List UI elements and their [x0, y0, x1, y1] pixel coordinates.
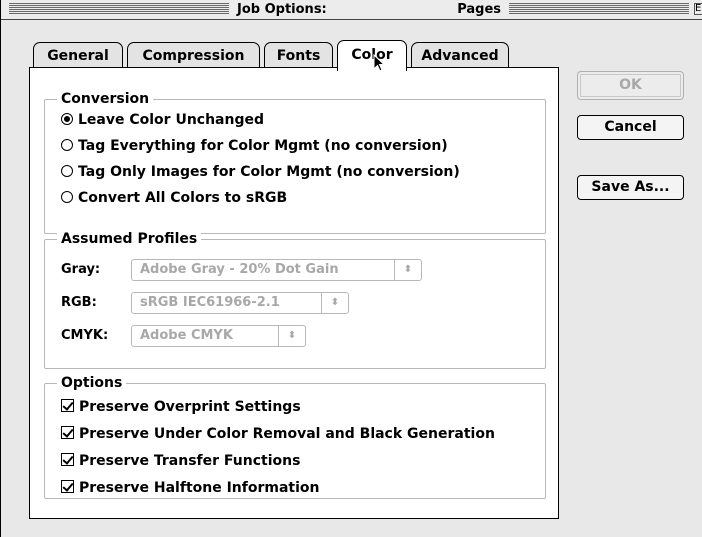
mouse-pointer-icon [373, 54, 386, 72]
checkbox[interactable] [61, 426, 74, 439]
conversion-group: Conversion Leave Color Unchanged Tag Eve… [44, 89, 546, 234]
checkbox[interactable] [61, 453, 74, 466]
assumed-profiles-group-title: Assumed Profiles [57, 229, 202, 249]
tab-color[interactable]: Color [337, 40, 407, 71]
options-group-title: Options [57, 373, 127, 393]
radio-leave-color-unchanged[interactable]: Leave Color Unchanged [61, 109, 264, 131]
job-options-window: Job Options: Pages E General Compression… [0, 0, 702, 537]
radio-label: Convert All Colors to sRGB [78, 190, 288, 206]
checkbox-label: Preserve Transfer Functions [79, 453, 301, 469]
checkbox[interactable] [61, 480, 74, 493]
window-title-label: Job Options: [237, 2, 327, 17]
gray-profile-label: Gray: [61, 262, 101, 277]
tab-general[interactable]: General [33, 42, 123, 68]
radio-tag-only-images[interactable]: Tag Only Images for Color Mgmt (no conve… [61, 161, 460, 183]
assumed-profiles-group: Assumed Profiles Gray: Adobe Gray - 20% … [44, 229, 546, 369]
gray-profile-value: Adobe Gray - 20% Dot Gain [140, 262, 339, 277]
popup-arrows-icon: ⬍ [278, 326, 305, 346]
cmyk-profile-popup[interactable]: Adobe CMYK ⬍ [131, 325, 306, 347]
save-as-button[interactable]: Save As... [577, 175, 684, 200]
radio-button[interactable] [61, 139, 73, 151]
checkbox-preserve-transfer[interactable]: Preserve Transfer Functions [61, 450, 300, 472]
checkbox-label: Preserve Overprint Settings [79, 399, 301, 415]
popup-arrows-icon: ⬍ [321, 293, 348, 313]
cancel-button[interactable]: Cancel [577, 115, 684, 140]
checkbox-label: Preserve Under Color Removal and Black G… [79, 426, 495, 442]
rgb-profile-popup[interactable]: sRGB IEC61966-2.1 ⬍ [131, 292, 349, 314]
radio-button[interactable] [61, 113, 73, 125]
radio-button[interactable] [61, 165, 73, 177]
radio-label: Tag Only Images for Color Mgmt (no conve… [78, 164, 460, 180]
title-bar-stripes-left [9, 3, 229, 15]
zoom-box-icon[interactable]: E [694, 3, 702, 15]
popup-arrows-icon: ⬍ [394, 260, 421, 280]
rgb-profile-value: sRGB IEC61966-2.1 [140, 295, 280, 310]
cmyk-profile-label: CMYK: [61, 328, 109, 343]
tab-advanced[interactable]: Advanced [411, 42, 509, 68]
checkbox-label: Preserve Halftone Information [79, 480, 320, 496]
gray-profile-popup[interactable]: Adobe Gray - 20% Dot Gain ⬍ [131, 259, 422, 281]
radio-button[interactable] [61, 191, 73, 203]
conversion-group-title: Conversion [57, 89, 154, 109]
radio-label: Tag Everything for Color Mgmt (no conver… [78, 138, 448, 154]
title-bar[interactable]: Job Options: Pages E [1, 0, 702, 20]
window-title-subtitle: Pages [457, 2, 501, 17]
radio-convert-to-srgb[interactable]: Convert All Colors to sRGB [61, 187, 287, 209]
window-title: Job Options: Pages [229, 1, 509, 19]
radio-tag-everything[interactable]: Tag Everything for Color Mgmt (no conver… [61, 135, 448, 157]
checkbox-preserve-halftone[interactable]: Preserve Halftone Information [61, 477, 320, 499]
radio-label: Leave Color Unchanged [78, 112, 264, 128]
checkbox[interactable] [61, 399, 74, 412]
options-group: Options Preserve Overprint Settings Pres… [44, 373, 546, 499]
tab-compression[interactable]: Compression [127, 42, 260, 68]
ok-button[interactable]: OK [577, 71, 684, 100]
color-tab-panel: Conversion Leave Color Unchanged Tag Eve… [29, 67, 559, 519]
checkbox-preserve-ucr-bg[interactable]: Preserve Under Color Removal and Black G… [61, 423, 495, 445]
tab-fonts[interactable]: Fonts [264, 42, 333, 68]
rgb-profile-label: RGB: [61, 295, 97, 310]
checkbox-preserve-overprint[interactable]: Preserve Overprint Settings [61, 396, 301, 418]
title-bar-stripes-right [509, 3, 689, 15]
cmyk-profile-value: Adobe CMYK [140, 328, 233, 343]
